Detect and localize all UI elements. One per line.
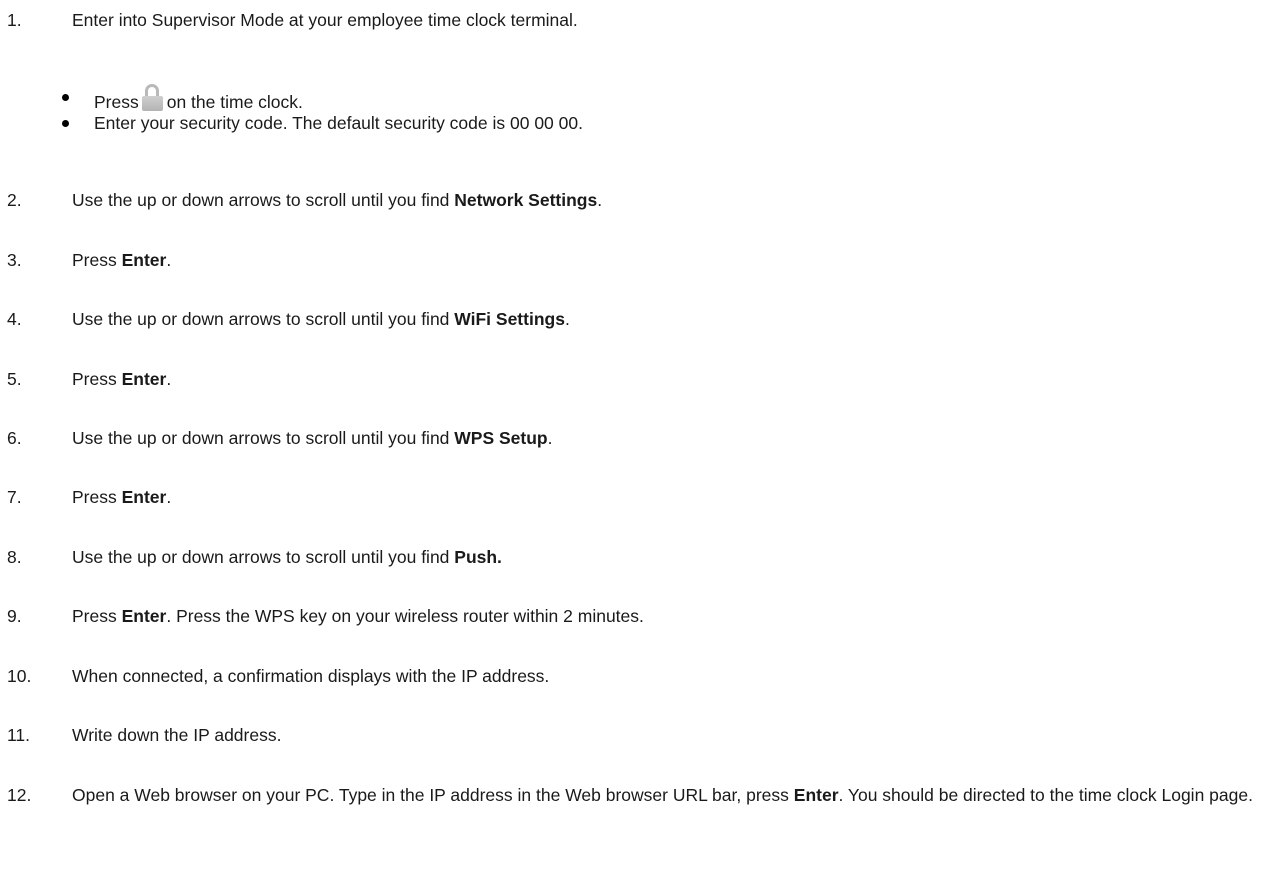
step-text: Press Enter. bbox=[72, 487, 172, 507]
step-text: Press Enter. Press the WPS key on your w… bbox=[72, 606, 644, 626]
step-number: 7. bbox=[7, 487, 22, 507]
step-text: Enter into Supervisor Mode at your emplo… bbox=[72, 10, 578, 30]
step-text: Use the up or down arrows to scroll unti… bbox=[72, 547, 502, 567]
lock-icon bbox=[141, 84, 164, 112]
step-text: Press Enter. bbox=[72, 369, 172, 389]
step-text: Use the up or down arrows to scroll unti… bbox=[72, 190, 603, 210]
step-number: 9. bbox=[7, 606, 22, 626]
step-number: 6. bbox=[7, 428, 22, 448]
bullet-dot bbox=[62, 94, 69, 101]
step-text: Press Enter. bbox=[72, 250, 172, 270]
step-number: 4. bbox=[7, 309, 22, 329]
step-number: 1. bbox=[7, 10, 22, 30]
step-number: 10. bbox=[7, 666, 32, 686]
step-number: 2. bbox=[7, 190, 22, 210]
step-number: 3. bbox=[7, 250, 22, 270]
step-text: When connected, a confirmation displays … bbox=[72, 666, 550, 686]
step-number: 12. bbox=[7, 785, 32, 805]
step-number: 11. bbox=[7, 725, 31, 745]
step-number: 8. bbox=[7, 547, 22, 567]
step-text: Write down the IP address. bbox=[72, 725, 282, 745]
step-number: 5. bbox=[7, 369, 22, 389]
bullet-dot bbox=[62, 120, 69, 127]
step-text: Open a Web browser on your PC. Type in t… bbox=[72, 785, 1253, 805]
bullet-text: Enter your security code. The default se… bbox=[94, 113, 583, 133]
step-text: Use the up or down arrows to scroll unti… bbox=[72, 309, 570, 329]
step-text: Use the up or down arrows to scroll unti… bbox=[72, 428, 553, 448]
